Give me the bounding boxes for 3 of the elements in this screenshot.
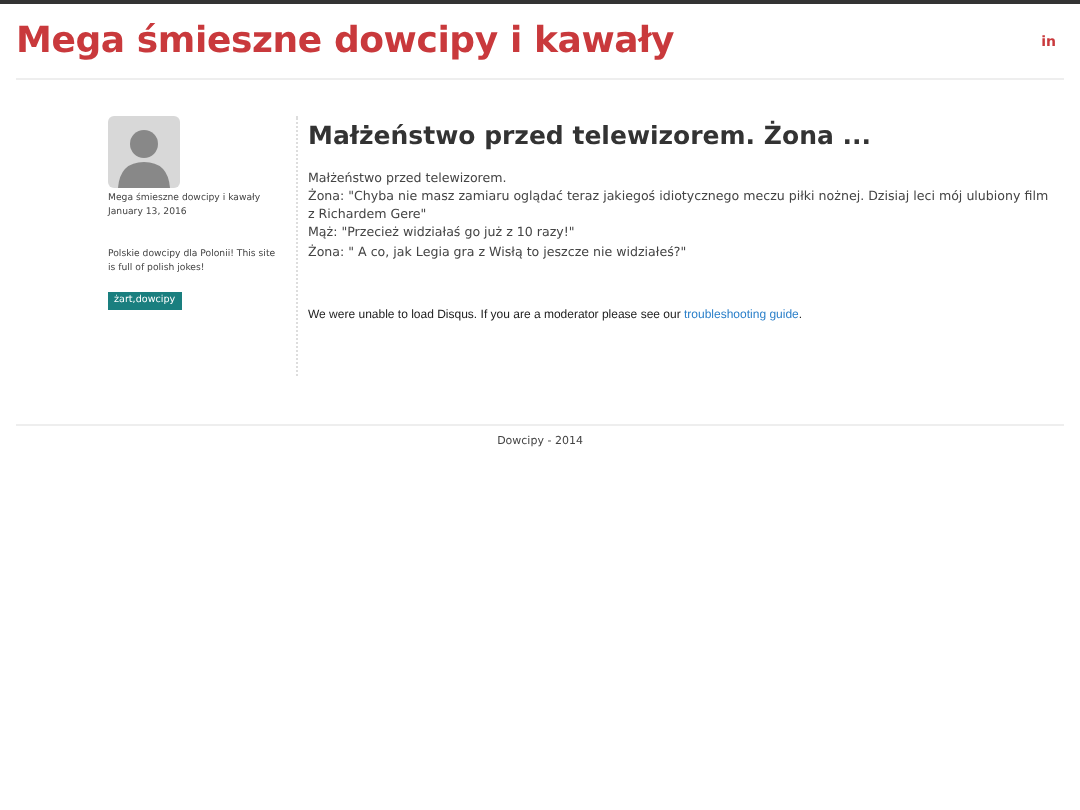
- site-title[interactable]: Mega śmieszne dowcipy i kawały: [16, 20, 675, 62]
- avatar-icon: [108, 116, 180, 188]
- post-title: Małżeństwo przed telewizorem. Żona ...: [308, 120, 873, 150]
